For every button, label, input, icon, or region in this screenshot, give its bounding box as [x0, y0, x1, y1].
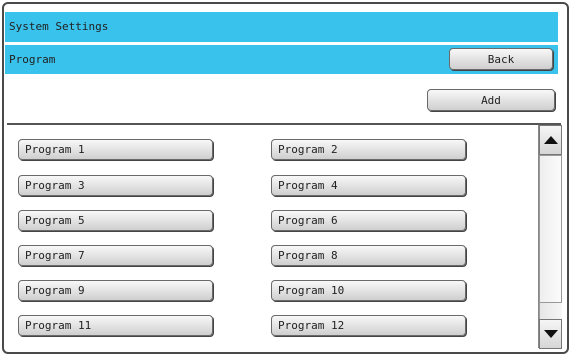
program-12-button[interactable]: Program 12: [271, 315, 466, 336]
title-bar: System Settings: [5, 12, 558, 42]
program-4-button[interactable]: Program 4: [271, 175, 466, 196]
triangle-up-icon: [543, 136, 558, 144]
scroll-thumb[interactable]: [539, 155, 562, 303]
program-list: Program 1 Program 2 Program 3 Program 4 …: [7, 125, 539, 345]
program-6-button[interactable]: Program 6: [271, 210, 466, 231]
back-button[interactable]: Back: [449, 48, 553, 70]
triangle-down-icon: [543, 330, 558, 338]
scroll-down-button[interactable]: [539, 319, 562, 349]
program-2-button[interactable]: Program 2: [271, 139, 466, 160]
program-10-button[interactable]: Program 10: [271, 280, 466, 301]
program-9-button[interactable]: Program 9: [18, 280, 213, 301]
program-3-button[interactable]: Program 3: [18, 175, 213, 196]
section-title: Program: [9, 53, 56, 66]
program-5-button[interactable]: Program 5: [18, 210, 213, 231]
program-8-button[interactable]: Program 8: [271, 245, 466, 266]
scrollbar[interactable]: [538, 125, 562, 349]
page-title: System Settings: [9, 20, 109, 33]
add-button[interactable]: Add: [427, 89, 555, 111]
scroll-up-button[interactable]: [539, 125, 562, 155]
program-11-button[interactable]: Program 11: [18, 315, 213, 336]
program-1-button[interactable]: Program 1: [18, 139, 213, 160]
program-7-button[interactable]: Program 7: [18, 245, 213, 266]
